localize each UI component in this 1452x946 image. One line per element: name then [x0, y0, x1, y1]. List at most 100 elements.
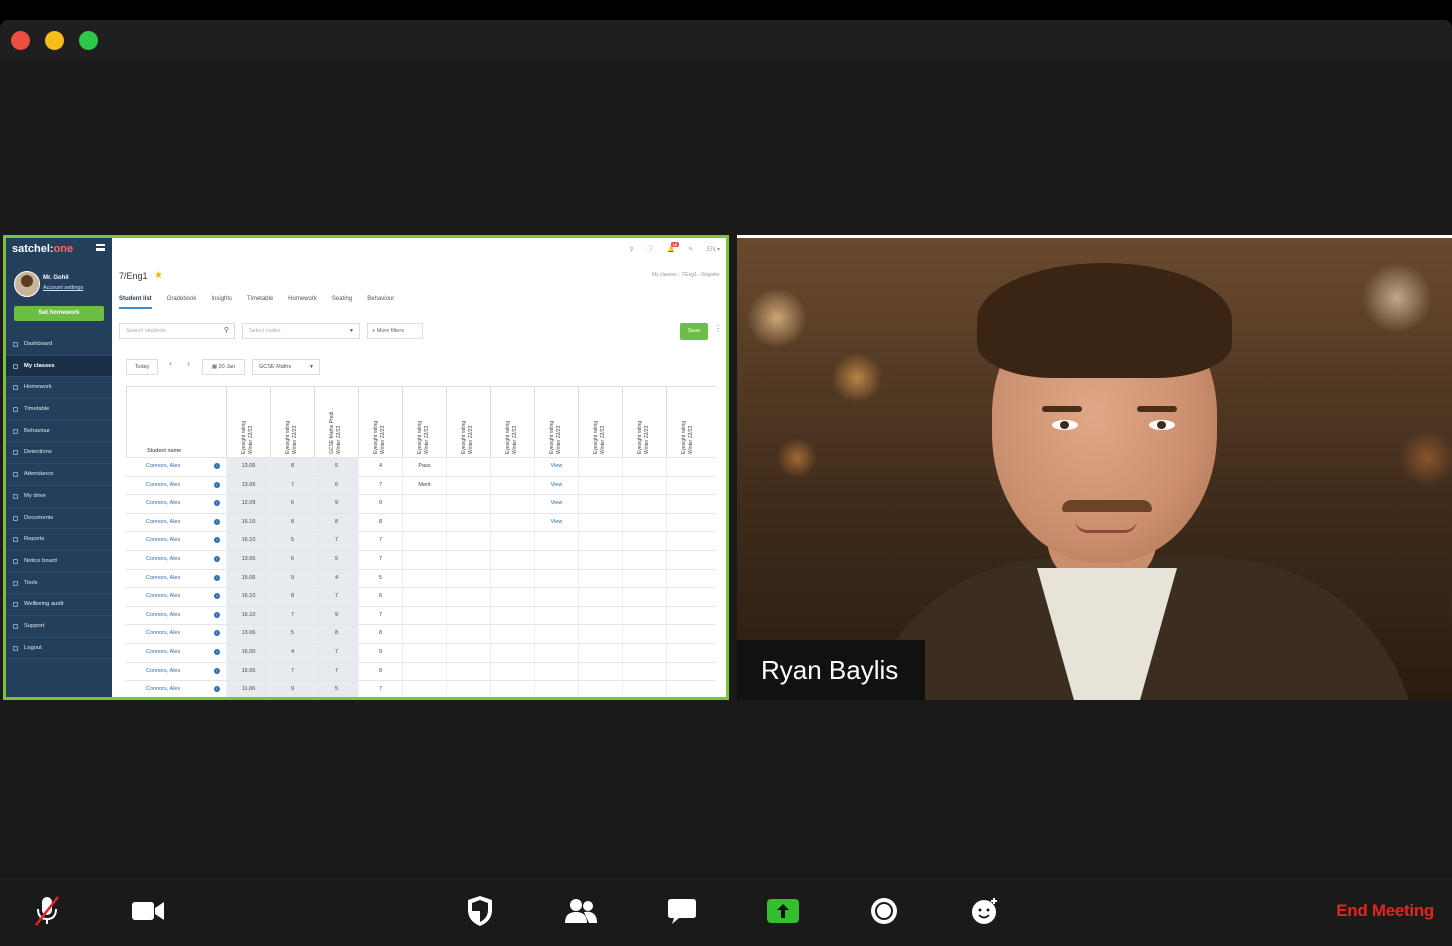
- tab-seating[interactable]: Seating: [332, 296, 352, 309]
- column-header[interactable]: Eyesight rating Winter 22/23: [622, 387, 666, 457]
- sidebar-item-logout[interactable]: Logout: [6, 638, 112, 660]
- student-name-link[interactable]: Connors, Alex: [146, 593, 180, 599]
- window-maximize-button[interactable]: [79, 31, 98, 50]
- sidebar-item-notice-board[interactable]: Notice board: [6, 551, 112, 573]
- info-icon[interactable]: i: [214, 668, 220, 674]
- graduation-cap-icon[interactable]: ✎: [688, 246, 693, 253]
- table-cell: [578, 607, 622, 625]
- subject-dropdown[interactable]: GCSE Maths▼: [252, 359, 320, 375]
- share-screen-icon[interactable]: [763, 894, 803, 928]
- info-icon[interactable]: i: [214, 537, 220, 543]
- student-name-link[interactable]: Connors, Alex: [146, 649, 180, 655]
- favourite-star-icon[interactable]: ★: [154, 270, 163, 281]
- search-icon[interactable]: ⚲: [629, 246, 633, 253]
- student-name-link[interactable]: Connors, Alex: [146, 500, 180, 506]
- more-options-icon[interactable]: ⋮: [714, 324, 722, 333]
- info-icon[interactable]: i: [214, 519, 220, 525]
- participants-icon[interactable]: [561, 894, 601, 928]
- student-name-link[interactable]: Connors, Alex: [146, 519, 180, 525]
- hamburger-menu-icon[interactable]: [96, 244, 105, 251]
- record-icon[interactable]: [864, 894, 904, 928]
- chevron-right-icon[interactable]: ›: [187, 358, 190, 368]
- end-meeting-button[interactable]: End Meeting: [1336, 901, 1434, 921]
- column-header[interactable]: Eyesight rating Winter 22/23: [270, 387, 314, 457]
- info-icon[interactable]: i: [214, 482, 220, 488]
- column-header[interactable]: Eyesight rating Winter 22/23: [402, 387, 446, 457]
- app-logo: satchel:one: [12, 243, 73, 255]
- breadcrumb[interactable]: My classes › 7/Eng1 › Register: [652, 272, 720, 278]
- sidebar-item-documents[interactable]: Documents: [6, 508, 112, 530]
- language-selector[interactable]: EN ▾: [707, 246, 720, 253]
- mute-microphone-icon[interactable]: [27, 894, 67, 928]
- sidebar-item-tools[interactable]: Tools: [6, 573, 112, 595]
- student-name-link[interactable]: Connors, Alex: [146, 686, 180, 692]
- view-link[interactable]: View: [534, 495, 578, 513]
- sidebar-item-detentions[interactable]: Detentions: [6, 442, 112, 464]
- column-header[interactable]: Eyesight rating Winter 22/23: [358, 387, 402, 457]
- window-close-button[interactable]: [11, 31, 30, 50]
- column-header[interactable]: Eyesight rating Winter 22/23: [534, 387, 578, 457]
- student-name-link[interactable]: Connors, Alex: [146, 630, 180, 636]
- view-link[interactable]: View: [534, 514, 578, 532]
- info-icon[interactable]: i: [214, 686, 220, 692]
- column-header[interactable]: Eyesight rating Winter 22/23: [446, 387, 490, 457]
- student-name-link[interactable]: Connors, Alex: [146, 556, 180, 562]
- sidebar-item-my-drive[interactable]: My drive: [6, 486, 112, 508]
- tab-gradebook[interactable]: Gradebook: [167, 296, 197, 309]
- column-header[interactable]: Eyesight rating Winter 22/23: [226, 387, 270, 457]
- info-icon[interactable]: i: [214, 649, 220, 655]
- notification-bell-icon[interactable]: 🔔16: [667, 246, 674, 253]
- sidebar-item-homework[interactable]: Homework: [6, 377, 112, 399]
- tab-insights[interactable]: Insights: [211, 296, 232, 309]
- info-icon[interactable]: i: [214, 575, 220, 581]
- sidebar-item-wellbeing-audit[interactable]: Wellbeing audit: [6, 594, 112, 616]
- help-icon[interactable]: ⓘ: [647, 244, 653, 253]
- info-icon[interactable]: i: [214, 556, 220, 562]
- table-cell: 9: [270, 681, 314, 699]
- info-icon[interactable]: i: [214, 593, 220, 599]
- security-shield-icon[interactable]: [460, 894, 500, 928]
- tab-behaviour[interactable]: Behaviour: [367, 296, 394, 309]
- today-button[interactable]: Today: [126, 359, 158, 375]
- sidebar-item-support[interactable]: Support: [6, 616, 112, 638]
- student-name-link[interactable]: Connors, Alex: [146, 612, 180, 618]
- tab-student-list[interactable]: Student list: [119, 296, 152, 309]
- tab-timetable[interactable]: Timetable: [247, 296, 273, 309]
- sidebar-item-attendance[interactable]: Attendance: [6, 464, 112, 486]
- student-name-link[interactable]: Connors, Alex: [146, 537, 180, 543]
- view-link[interactable]: View: [534, 458, 578, 476]
- save-button[interactable]: Save: [680, 323, 708, 340]
- sidebar-item-dashboard[interactable]: Dashboard: [6, 334, 112, 356]
- info-icon[interactable]: i: [214, 500, 220, 506]
- table-cell: [666, 551, 710, 569]
- tab-homework[interactable]: Homework: [288, 296, 317, 309]
- set-homework-button[interactable]: Set homework: [14, 306, 104, 321]
- sidebar-item-timetable[interactable]: Timetable: [6, 399, 112, 421]
- table-cell: [402, 663, 446, 681]
- student-name-link[interactable]: Connors, Alex: [146, 668, 180, 674]
- reactions-icon[interactable]: [965, 894, 1005, 928]
- column-header[interactable]: GCSE Maths Predi... Winter 22/23: [314, 387, 358, 457]
- student-name-link[interactable]: Connors, Alex: [146, 482, 180, 488]
- info-icon[interactable]: i: [214, 612, 220, 618]
- more-filters-button[interactable]: ≡ More filters: [367, 323, 423, 339]
- date-picker[interactable]: ▦ 20 Jan: [202, 359, 245, 375]
- info-icon[interactable]: i: [214, 630, 220, 636]
- select-codes-dropdown[interactable]: Select codes▼: [242, 323, 360, 339]
- column-header[interactable]: Eyesight rating Winter 22/23: [490, 387, 534, 457]
- view-link[interactable]: View: [534, 477, 578, 495]
- chevron-left-icon[interactable]: ‹: [169, 358, 172, 368]
- student-name-link[interactable]: Connors, Alex: [146, 575, 180, 581]
- search-input[interactable]: Search students⚲: [119, 323, 235, 339]
- column-header[interactable]: Eyesight rating Winter 22/23: [578, 387, 622, 457]
- video-camera-icon[interactable]: [128, 894, 168, 928]
- column-header[interactable]: Eyesight rating Winter 22/23: [666, 387, 710, 457]
- info-icon[interactable]: i: [214, 463, 220, 469]
- student-name-link[interactable]: Connors, Alex: [146, 463, 180, 469]
- sidebar-item-reports[interactable]: Reports: [6, 529, 112, 551]
- window-minimize-button[interactable]: [45, 31, 64, 50]
- account-settings-link[interactable]: Account settings: [43, 285, 83, 291]
- chat-icon[interactable]: [662, 894, 702, 928]
- sidebar-item-behaviour[interactable]: Behaviour: [6, 421, 112, 443]
- sidebar-item-my-classes[interactable]: My classes: [6, 356, 112, 378]
